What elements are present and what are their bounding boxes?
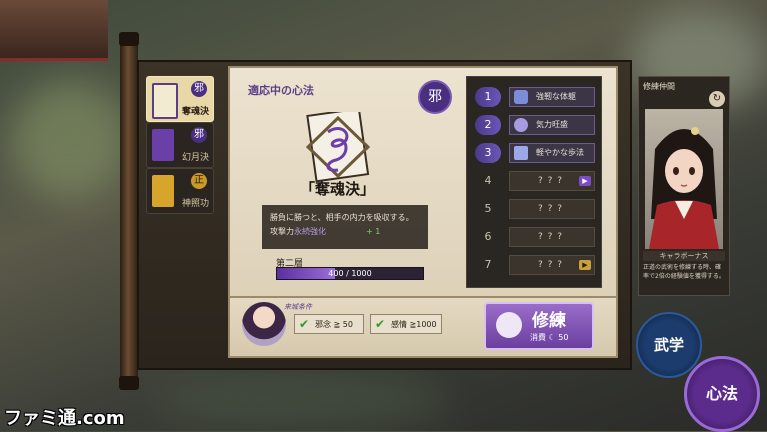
level-label-locked: ? ? ? xyxy=(538,176,564,186)
heart-icon xyxy=(514,118,528,132)
level-label-locked: ? ? ? xyxy=(538,260,564,270)
level-box: 強靭な体躯 xyxy=(509,87,595,107)
cost-prefix: 消費 xyxy=(530,333,546,342)
level-list: 1 強靭な体躯 2 気力旺盛 3 軽やかな歩法 4 ? ? ? ▶ 5 ? ? … xyxy=(466,76,602,288)
stat-bonus: + 1 xyxy=(366,227,381,236)
skill-description: 勝負に勝つと、相手の内力を吸収する。 xyxy=(270,213,414,222)
mind-method-button[interactable]: 心法 xyxy=(684,356,760,432)
level-row[interactable]: 6 ? ? ? xyxy=(475,227,595,247)
level-row[interactable]: 4 ? ? ? ▶ xyxy=(475,171,595,191)
body-icon xyxy=(514,90,528,104)
level-row[interactable]: 2 気力旺盛 xyxy=(475,115,595,135)
boot-icon xyxy=(514,146,528,160)
skill-name: 「奪魂決」 xyxy=(300,180,376,198)
level-box: ? ? ? xyxy=(509,227,595,247)
moon-icon: ☾ xyxy=(548,333,556,342)
requirement-item: ✔ 感情 ≧1000 xyxy=(370,314,442,334)
book-icon xyxy=(152,83,178,119)
good-badge: 正 xyxy=(191,173,207,189)
check-icon: ✔ xyxy=(375,317,386,331)
level-label-locked: ? ? ? xyxy=(538,204,564,214)
sidebar-tab-label: 神照功 xyxy=(181,199,209,209)
swap-icon[interactable]: ↻ xyxy=(709,91,725,107)
level-row[interactable]: 3 軽やかな歩法 xyxy=(475,143,595,163)
requirements-title: 来城条件 xyxy=(284,303,312,311)
sidebar-tab-shinsho[interactable]: 正 神照功 xyxy=(146,168,214,214)
requirement-text: 邪念 ≧ 50 xyxy=(315,320,353,329)
avatar xyxy=(242,302,286,346)
sidebar-tab-label: 幻月決 xyxy=(181,153,209,163)
companion-name: キャラボーナス xyxy=(643,251,725,261)
scroll-rod-cap-top xyxy=(119,32,139,46)
companion-title: 修練仲間 xyxy=(643,82,675,91)
level-label: 強靭な体躯 xyxy=(536,92,576,101)
level-row[interactable]: 7 ? ? ? ▶ xyxy=(475,255,595,275)
level-box: 軽やかな歩法 xyxy=(509,143,595,163)
evil-badge: 邪 xyxy=(191,127,207,143)
companion-panel: 修練仲間 ↻ キャラボーナス 正道の武術を修練する時、確率で2倍の経験値を獲得す… xyxy=(638,76,730,296)
requirement-text: 感情 ≧1000 xyxy=(391,320,437,329)
level-number: 2 xyxy=(475,115,501,135)
check-icon: ✔ xyxy=(299,317,310,331)
top-left-frame xyxy=(0,0,108,61)
arrow-right-icon: ▶ xyxy=(579,260,591,270)
level-box: ? ? ? ▶ xyxy=(509,171,595,191)
sidebar-tab-label: 奪魂決 xyxy=(181,107,209,117)
level-row[interactable]: 1 強靭な体躯 xyxy=(475,87,595,107)
background-foliage xyxy=(10,80,130,200)
character-portrait-art xyxy=(649,127,719,249)
level-number: 5 xyxy=(484,202,492,215)
level-number: 4 xyxy=(484,174,492,187)
level-box: ? ? ? xyxy=(509,199,595,219)
level-box: ? ? ? ▶ xyxy=(509,255,595,275)
level-label: 軽やかな歩法 xyxy=(536,148,584,157)
watermark-text: ファミ通.com xyxy=(4,408,125,429)
book-icon xyxy=(152,129,174,161)
evil-badge: 邪 xyxy=(191,81,207,97)
level-number: 3 xyxy=(475,143,501,163)
alignment-badge: 邪 xyxy=(418,80,452,114)
scroll-rod xyxy=(120,34,138,390)
progress-text: 400 / 1000 xyxy=(328,269,372,278)
level-number: 1 xyxy=(475,87,501,107)
book-icon xyxy=(152,175,174,207)
train-cost: 消費 ☾ 50 xyxy=(530,332,568,343)
requirement-item: ✔ 邪念 ≧ 50 xyxy=(294,314,364,334)
stat-label: 攻撃力 xyxy=(270,227,294,236)
level-number: 6 xyxy=(484,230,492,243)
sidebar-tab-gengetsu[interactable]: 邪 幻月決 xyxy=(146,122,214,168)
level-number: 7 xyxy=(484,258,492,271)
meditation-icon xyxy=(496,312,522,338)
companion-bonus-text: 正道の武術を修練する時、確率で2倍の経験値を獲得する。 xyxy=(643,264,725,280)
level-label: 気力旺盛 xyxy=(536,120,568,129)
scroll-rod-cap-bottom xyxy=(119,376,139,390)
stat-line: 攻撃力永続強化 + 1 xyxy=(270,225,420,239)
level-box: 気力旺盛 xyxy=(509,115,595,135)
sidebar-tab-dakkon[interactable]: 邪 奪魂決 xyxy=(146,76,214,122)
skill-scroll-icon xyxy=(305,112,371,182)
level-label-locked: ? ? ? xyxy=(538,232,564,242)
level-row[interactable]: 5 ? ? ? xyxy=(475,199,595,219)
train-button[interactable]: 修練 消費 ☾ 50 xyxy=(484,302,594,350)
train-label: 修練 xyxy=(532,311,566,331)
skill-description-box: 勝負に勝つと、相手の内力を吸収する。 攻撃力永続強化 + 1 xyxy=(262,205,428,249)
companion-portrait xyxy=(645,109,723,249)
progress-bar: 400 / 1000 xyxy=(276,267,424,280)
section-title: 適応中の心法 xyxy=(248,84,314,97)
arrow-right-icon: ▶ xyxy=(579,176,591,186)
cost-value: 50 xyxy=(558,333,569,342)
background-ground xyxy=(150,370,450,430)
stat-suffix: 永続強化 xyxy=(294,227,326,236)
martial-arts-button[interactable]: 武学 xyxy=(636,312,702,378)
